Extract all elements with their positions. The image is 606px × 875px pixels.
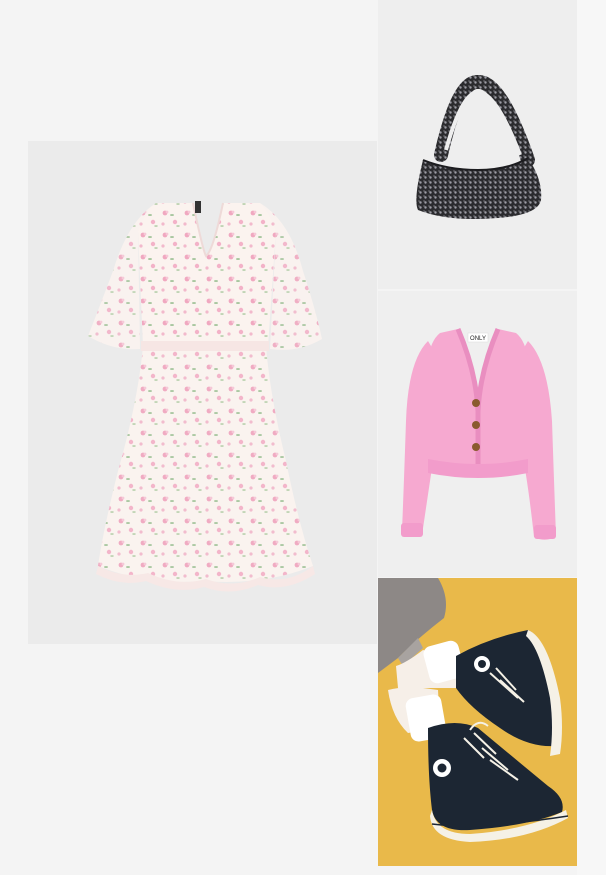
sequin-bag-illustration (416, 75, 542, 219)
cardigan-button (472, 443, 480, 451)
sneakers-image[interactable] (378, 578, 577, 866)
dress-bodice (138, 203, 276, 346)
floral-dress-illustration (88, 201, 322, 592)
bag-image[interactable] (378, 0, 577, 289)
cardigan-image[interactable]: ONLY (378, 291, 577, 577)
sneakers-photo-illustration (378, 578, 577, 866)
dress-image[interactable] (28, 141, 377, 644)
cardigan-brand-label: ONLY (470, 336, 486, 342)
cardigan-button (472, 399, 480, 407)
bag-body (416, 158, 542, 219)
dress-skirt (98, 346, 313, 582)
outfit-collage: { "items": [ { "id": "dress", "kind": "f… (0, 0, 606, 875)
cardigan-button (472, 421, 480, 429)
page-margin (577, 0, 606, 875)
pink-cardigan-illustration: ONLY (401, 328, 556, 540)
